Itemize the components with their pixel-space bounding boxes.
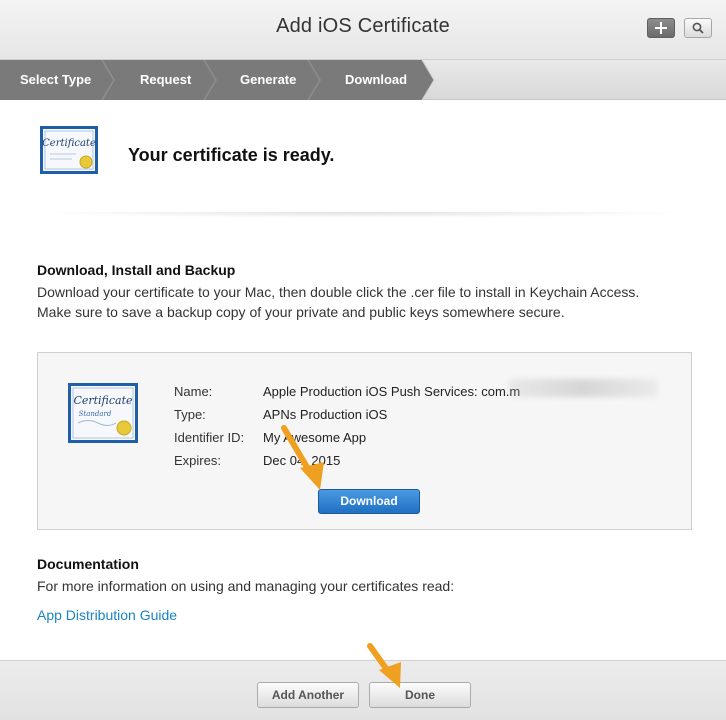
download-button[interactable]: Download — [318, 489, 420, 514]
certificate-icon-text: Certificate — [42, 138, 96, 149]
plus-icon — [655, 22, 667, 34]
step-progress-bar: Select Type Request Generate Download — [0, 60, 726, 100]
type-label: Type: — [174, 407, 206, 422]
certificate-details-panel: Certificate Standard Name: Apple Product… — [37, 352, 692, 530]
step-download: Download — [345, 72, 408, 87]
footer-bar: Add Another Done — [0, 660, 726, 720]
step-select-type: Select Type — [20, 72, 92, 87]
ready-heading: Your certificate is ready. — [128, 145, 335, 165]
step-generate: Generate — [240, 72, 297, 87]
section-divider — [30, 212, 696, 218]
annotation-arrow-icon — [367, 643, 401, 688]
certificate-icon-subtitle: Standard — [79, 410, 112, 418]
window-header: Add iOS Certificate — [0, 0, 726, 60]
annotation-arrow-icon — [281, 425, 324, 490]
add-button[interactable] — [647, 18, 675, 38]
page-title: Add iOS Certificate — [276, 15, 450, 37]
step-request: Request — [140, 72, 192, 87]
documentation-heading: Documentation — [37, 556, 139, 572]
search-icon — [692, 22, 704, 34]
certificate-icon: Certificate — [40, 126, 98, 174]
search-button[interactable] — [684, 18, 712, 38]
certificate-icon-title: Certificate — [73, 394, 133, 407]
certificate-standard-icon: Certificate Standard — [68, 383, 138, 443]
install-heading: Download, Install and Backup — [37, 262, 236, 278]
add-another-button[interactable]: Add Another — [257, 682, 359, 708]
identifier-label: Identifier ID: — [174, 430, 245, 445]
type-value: APNs Production iOS — [263, 407, 388, 422]
expires-label: Expires: — [174, 453, 221, 468]
name-label: Name: — [174, 384, 213, 399]
redacted-text — [508, 379, 658, 397]
name-value: Apple Production iOS Push Services: com.… — [263, 384, 521, 399]
install-description: Download your certificate to your Mac, t… — [37, 284, 640, 320]
documentation-description: For more information on using and managi… — [37, 578, 455, 594]
app-distribution-guide-link[interactable]: App Distribution Guide — [37, 607, 177, 623]
